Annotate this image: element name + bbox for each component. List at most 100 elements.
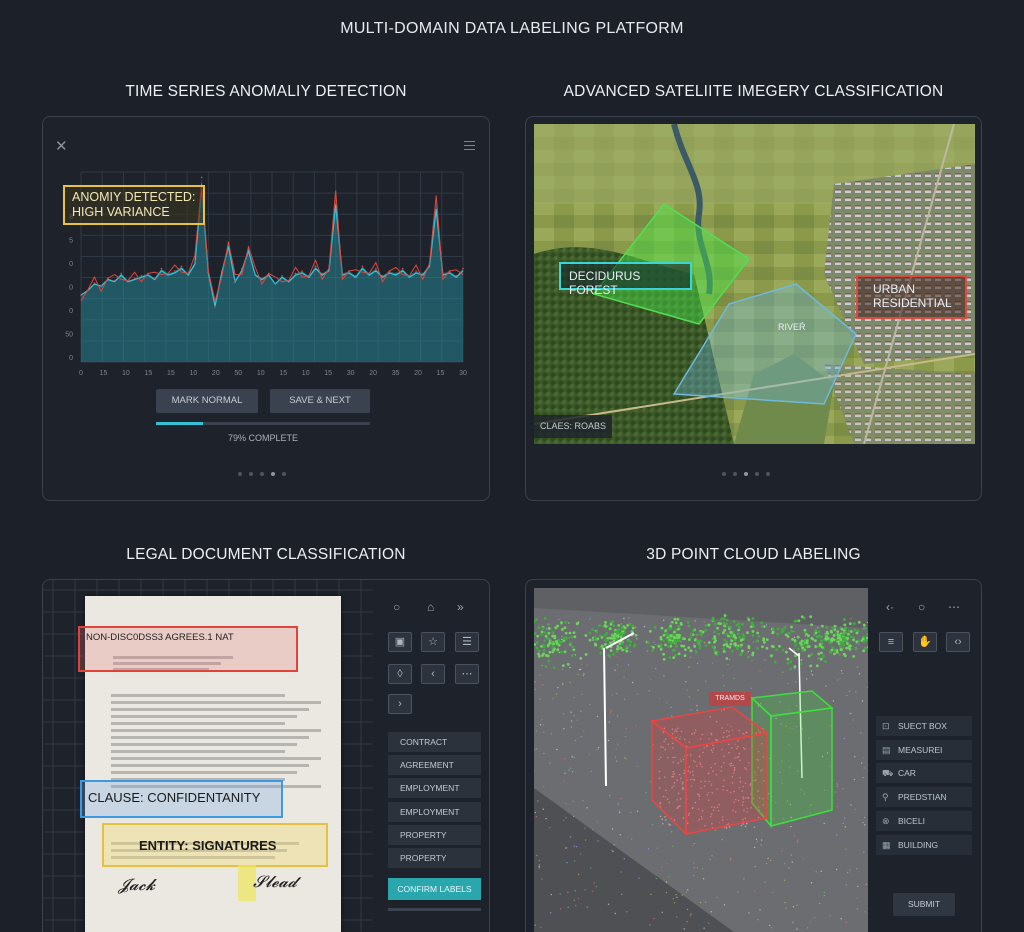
urban-label-line1: URBAN — [873, 282, 916, 296]
data-point — [127, 279, 129, 282]
document-text-line — [111, 715, 297, 718]
x-tick-label: 50 — [234, 370, 242, 377]
tool-building[interactable]: ▦ BUILDING — [876, 835, 972, 855]
code-icon[interactable]: ‹› — [946, 632, 970, 652]
tool-label: BUILDING — [898, 840, 939, 850]
list-icon[interactable]: ≡ — [879, 632, 903, 652]
data-point — [140, 275, 143, 277]
data-point — [227, 241, 230, 243]
carousel-dot[interactable] — [766, 472, 770, 476]
category-contract[interactable]: CONTRACT — [388, 732, 481, 752]
category-employment-2[interactable]: EMPLOYMENT — [388, 802, 481, 822]
data-point — [207, 270, 210, 272]
star-icon[interactable]: ☆ — [421, 632, 445, 652]
forest-label[interactable]: DECIDURUS FOREST — [559, 262, 692, 297]
tag-icon[interactable]: ⌂ — [427, 600, 434, 614]
table-icon[interactable]: ▣ — [388, 632, 412, 652]
data-point — [455, 275, 458, 277]
menu-icon[interactable] — [464, 141, 475, 150]
forward-icon[interactable]: » — [457, 600, 464, 614]
data-point — [388, 270, 391, 272]
data-point — [100, 284, 102, 287]
back-icon[interactable]: ‹ — [421, 664, 445, 684]
data-point — [153, 277, 156, 279]
move-icon[interactable]: ‹· — [886, 600, 894, 614]
category-agreement[interactable]: AGREEMENT — [388, 755, 481, 775]
carousel-dot[interactable] — [249, 472, 253, 476]
urban-residential-label[interactable]: URBAN RESIDENTIAL — [856, 275, 967, 319]
legal-panel: NON-DISC0DSS3 AGREES.1 NAT CLAUSE: CONFI… — [42, 579, 490, 932]
category-property[interactable]: PROPERTY — [388, 825, 481, 845]
tool-bicycle[interactable]: ⊗ BICELI — [876, 811, 972, 831]
data-point — [442, 272, 444, 275]
more-icon[interactable]: ⋯ — [455, 664, 479, 684]
data-point — [401, 267, 404, 270]
document-text-line — [111, 708, 309, 711]
clause-annotation[interactable]: CLAUSE: CONFIDENTANITY — [80, 780, 283, 818]
data-point — [435, 200, 437, 203]
point-cloud-viewport[interactable] — [534, 588, 868, 932]
tool-car[interactable]: ⛟ CAR — [876, 763, 972, 783]
data-point — [234, 279, 236, 282]
class-badge: CLAES: ROABS — [534, 415, 612, 438]
confirm-labels-button[interactable]: CONFIRM LABELS — [388, 878, 481, 900]
anomaly-label-line1: ANOMIY DETECTED: — [72, 190, 196, 204]
category-employment[interactable]: EMPLOYMENT — [388, 778, 481, 798]
data-point — [267, 272, 270, 275]
entity-annotation[interactable]: ENTITY: SIGNATURES — [102, 823, 328, 867]
data-point — [254, 272, 257, 275]
carousel-dot[interactable] — [744, 472, 748, 476]
data-point — [120, 272, 123, 275]
carousel-dot[interactable] — [722, 472, 726, 476]
data-point — [294, 272, 297, 275]
data-point — [395, 272, 397, 275]
anomaly-annotation[interactable]: ANOMIY DETECTED: HIGH VARIANCE — [63, 185, 205, 225]
document-text-line — [111, 729, 321, 732]
carousel-dots — [238, 472, 286, 476]
close-icon[interactable]: ✕ — [55, 139, 68, 154]
data-point — [113, 279, 116, 282]
data-point — [408, 275, 411, 277]
carousel-dot[interactable] — [260, 472, 264, 476]
x-tick-label: 15 — [100, 370, 108, 377]
list-icon[interactable]: ☰ — [455, 632, 479, 652]
data-point — [328, 267, 330, 270]
save-next-button[interactable]: SAVE & NEXT — [270, 389, 370, 413]
document-text-line — [111, 694, 285, 697]
anomaly-chart[interactable]: 8500050001510151510205010151015302035201… — [43, 117, 490, 387]
category-property-2[interactable]: PROPERTY — [388, 848, 481, 868]
tool-measure-distance[interactable]: ▤MEASUREI DISTANCE — [876, 740, 972, 775]
y-tick-label: 50 — [65, 332, 73, 339]
data-point — [167, 272, 169, 275]
data-point — [187, 272, 190, 275]
point-cloud-title: 3D POINT CLOUD LABELING — [646, 546, 861, 563]
x-tick-label: 20 — [414, 370, 422, 377]
carousel-dot[interactable] — [282, 472, 286, 476]
x-tick-label: 30 — [347, 370, 355, 377]
data-point — [261, 277, 263, 279]
data-point — [314, 265, 317, 267]
document-text-line — [111, 771, 297, 774]
tool-pedestrian[interactable]: ⚲ PREDSTIAN — [876, 787, 972, 807]
carousel-dot[interactable] — [271, 472, 275, 476]
mark-normal-button[interactable]: MARK NORMAL — [156, 389, 258, 413]
tool-select-box[interactable]: ⊡ SUECT BOX — [876, 716, 972, 736]
carousel-dot[interactable] — [755, 472, 759, 476]
submit-button[interactable]: SUBMIT — [893, 893, 955, 916]
next-icon[interactable]: › — [388, 694, 412, 714]
pin-icon[interactable]: ◊ — [388, 664, 412, 684]
document-text-line — [111, 722, 285, 725]
carousel-dot[interactable] — [733, 472, 737, 476]
river-label[interactable]: RIVEŔ — [778, 320, 806, 334]
rotate-icon[interactable]: ○ — [918, 600, 925, 614]
data-point — [448, 270, 451, 272]
data-point — [174, 270, 176, 272]
more-icon[interactable]: ⋯ — [948, 600, 960, 614]
data-point — [375, 267, 377, 270]
carousel-dot[interactable] — [238, 472, 242, 476]
title-annotation[interactable]: NON-DISC0DSS3 AGREES.1 NAT — [78, 626, 298, 672]
signature-right: 𝓢𝓵𝓮𝓪𝓭 — [253, 872, 298, 891]
hand-icon[interactable]: ✋ — [913, 632, 937, 652]
search-icon[interactable]: ○ — [393, 600, 400, 614]
data-point — [247, 246, 250, 248]
